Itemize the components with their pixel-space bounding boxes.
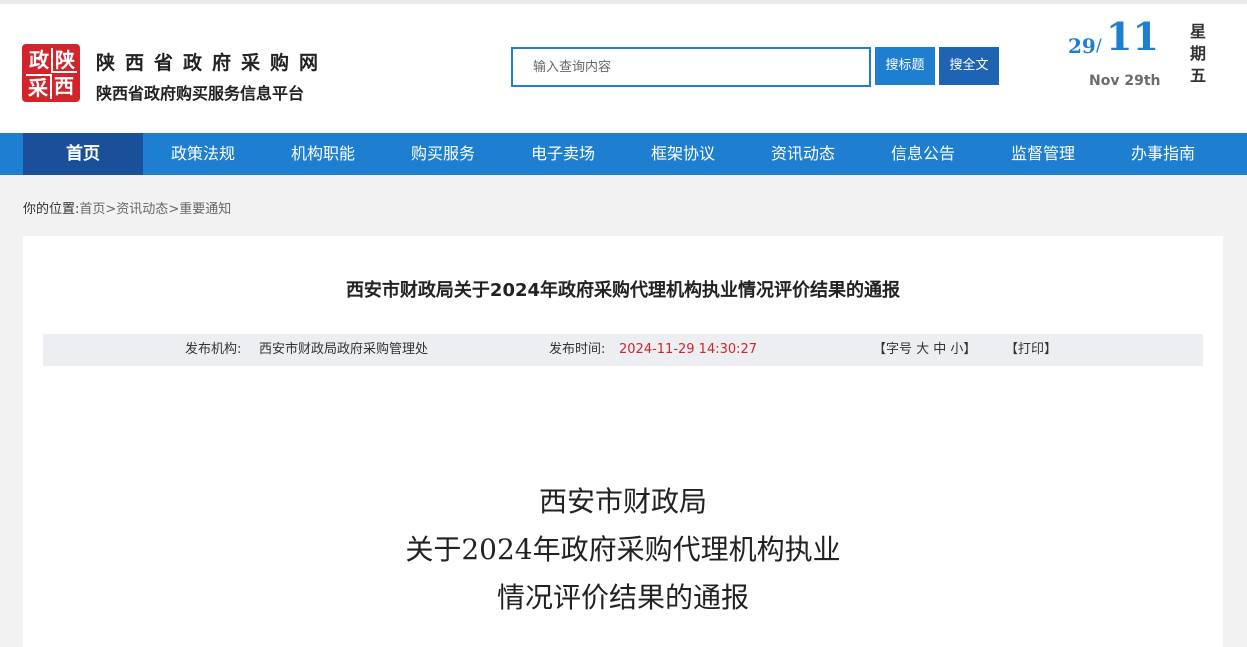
article-meta-bar: 发布机构: 西安市财政局政府采购管理处 发布时间: 2024-11-29 14:… bbox=[43, 334, 1203, 366]
nav-item-policy[interactable]: 政策法规 bbox=[143, 133, 263, 175]
site-subtitle: 陕西省政府购买服务信息平台 bbox=[96, 84, 305, 103]
main-nav: 首页 政策法规 机构职能 购买服务 电子卖场 框架协议 资讯动态 信息公告 监督… bbox=[0, 133, 1247, 175]
breadcrumb: 你的位置:首页>资讯动态>重要通知 bbox=[23, 198, 231, 217]
logo-char: 政 bbox=[29, 48, 49, 72]
publisher-value: 西安市财政局政府采购管理处 bbox=[259, 342, 429, 357]
site-logo[interactable]: 政 陕 采 西 bbox=[22, 44, 80, 102]
search-input[interactable] bbox=[513, 49, 869, 85]
search-fulltext-button[interactable]: 搜全文 bbox=[939, 47, 999, 85]
date-month: 11 bbox=[1106, 14, 1159, 59]
nav-item-e-mall[interactable]: 电子卖场 bbox=[503, 133, 623, 175]
weekday: 星 期 五 bbox=[1188, 21, 1208, 87]
doc-title-line: 西安市财政局 bbox=[538, 485, 707, 518]
article-title: 西安市财政局关于2024年政府采购代理机构执业情况评价结果的通报 bbox=[345, 280, 901, 301]
breadcrumb-home[interactable]: 首页 bbox=[79, 202, 105, 217]
weekday-char: 五 bbox=[1189, 66, 1206, 85]
breadcrumb-news[interactable]: >资讯动态 bbox=[105, 202, 168, 217]
date-day: 29 bbox=[1068, 34, 1096, 58]
site-name: 陕西省政府采购网 bbox=[96, 52, 329, 74]
article-panel: 西安市财政局关于2024年政府采购代理机构执业情况评价结果的通报 发布机构: 西… bbox=[23, 236, 1223, 647]
nav-item-news[interactable]: 资讯动态 bbox=[743, 133, 863, 175]
nav-item-purchase-services[interactable]: 购买服务 bbox=[383, 133, 503, 175]
publisher-label: 发布机构: bbox=[185, 342, 242, 357]
date-english: Nov 29th bbox=[1089, 73, 1161, 89]
breadcrumb-important[interactable]: >重要通知 bbox=[168, 202, 231, 217]
nav-item-functions[interactable]: 机构职能 bbox=[263, 133, 383, 175]
font-size-control[interactable]: 【字号 大 中 小】 bbox=[873, 334, 976, 366]
site-header: 政 陕 采 西 陕西省政府采购网 陕西省政府购买服务信息平台 搜标题 搜全文 2… bbox=[0, 4, 1247, 133]
doc-title-line: 情况评价结果的通报 bbox=[496, 581, 749, 614]
time-value: 2024-11-29 14:30:27 bbox=[619, 342, 758, 357]
logo-char: 采 bbox=[26, 74, 52, 100]
logo-char: 陕 bbox=[51, 48, 77, 73]
weekday-char: 星 bbox=[1189, 22, 1206, 41]
nav-item-supervision[interactable]: 监督管理 bbox=[983, 133, 1103, 175]
search-title-button[interactable]: 搜标题 bbox=[875, 47, 935, 85]
nav-item-home[interactable]: 首页 bbox=[23, 133, 143, 175]
breadcrumb-prefix: 你的位置: bbox=[23, 202, 80, 217]
search-box bbox=[511, 47, 871, 87]
logo-char: 西 bbox=[54, 74, 74, 98]
doc-title-line: 关于2024年政府采购代理机构执业 bbox=[405, 533, 841, 566]
weekday-char: 期 bbox=[1189, 44, 1206, 63]
nav-item-guide[interactable]: 办事指南 bbox=[1103, 133, 1223, 175]
print-button[interactable]: 【打印】 bbox=[1005, 334, 1057, 366]
nav-item-notices[interactable]: 信息公告 bbox=[863, 133, 983, 175]
nav-item-framework[interactable]: 框架协议 bbox=[623, 133, 743, 175]
time-label: 发布时间: bbox=[549, 342, 606, 357]
date-slash: / bbox=[1096, 36, 1102, 56]
